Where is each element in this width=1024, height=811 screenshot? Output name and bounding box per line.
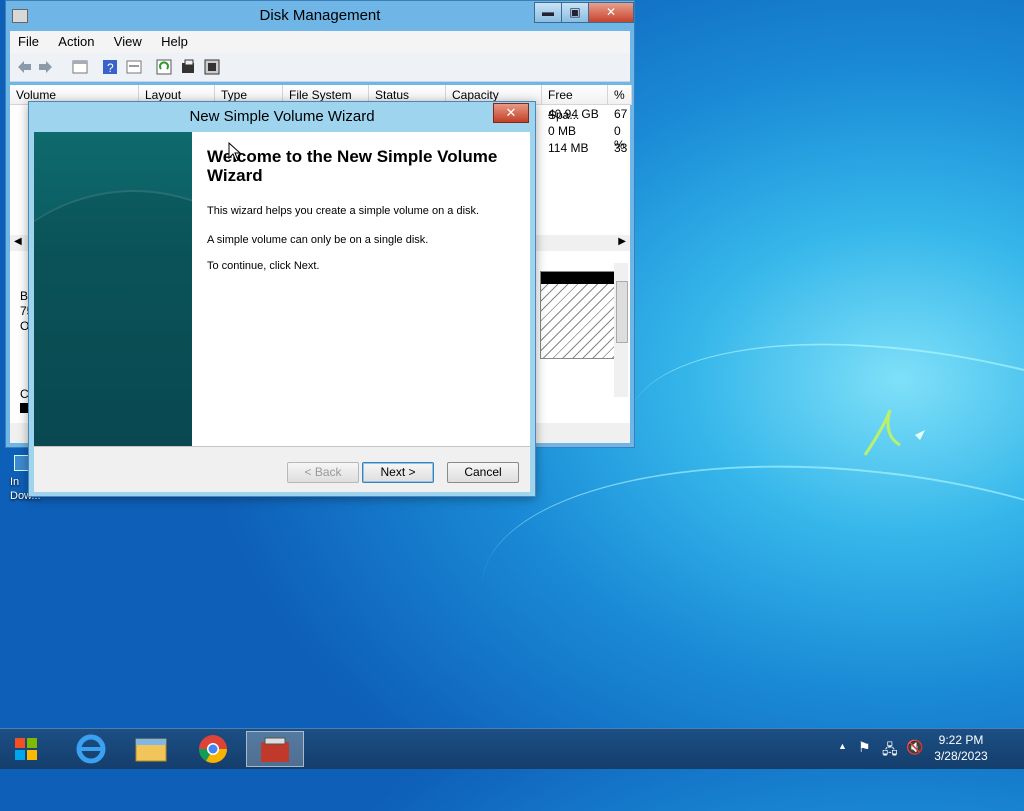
dialog-body: Welcome to the New Simple Volume Wizard …: [34, 132, 530, 492]
wizard-content: Welcome to the New Simple Volume Wizard …: [192, 132, 530, 446]
start-button[interactable]: [0, 731, 54, 767]
start-icon: [15, 738, 37, 760]
free-space-cell: 0 MB: [548, 124, 577, 138]
taskbar: ▲ ⚑ 🖧 🔇 9:22 PM 3/28/2023: [0, 728, 1024, 769]
disk-management-icon: [12, 9, 28, 23]
menu-action[interactable]: Action: [50, 31, 102, 53]
internet-explorer-icon: [76, 734, 106, 764]
menu-bar: File Action View Help: [10, 31, 630, 53]
taskbar-computer-management[interactable]: [246, 731, 304, 767]
menu-view[interactable]: View: [106, 31, 150, 53]
wizard-heading: Welcome to the New Simple Volume Wizard: [207, 147, 498, 185]
show-hidden-icons-icon[interactable]: ▲: [838, 741, 847, 751]
dialog-divider: [34, 446, 530, 447]
dialog-close-button[interactable]: ✕: [493, 103, 529, 123]
mouse-cursor-icon: [228, 142, 242, 162]
computer-management-icon: [261, 737, 289, 762]
back-button[interactable]: < Back: [287, 462, 359, 483]
next-button[interactable]: Next >: [362, 462, 434, 483]
toolbar: ?: [10, 53, 630, 82]
clock[interactable]: 9:22 PM 3/28/2023: [926, 733, 996, 763]
menu-file[interactable]: File: [10, 31, 47, 53]
console-tree-icon[interactable]: [72, 59, 88, 75]
dialog-title: New Simple Volume Wizard: [189, 108, 375, 125]
forward-arrow-icon[interactable]: [38, 59, 54, 75]
volume-muted-icon[interactable]: 🔇: [906, 739, 923, 756]
menu-help[interactable]: Help: [153, 31, 196, 53]
free-space-cell: 114 MB: [548, 141, 589, 155]
unallocated-partition[interactable]: [540, 271, 616, 359]
wizard-description: This wizard helps you create a simple vo…: [207, 205, 480, 217]
taskbar-file-explorer[interactable]: [122, 731, 180, 767]
dialog-titlebar[interactable]: New Simple Volume Wizard: [29, 102, 535, 132]
file-explorer-icon: [135, 738, 167, 762]
wizard-instruction: To continue, click Next.: [207, 260, 320, 272]
network-icon[interactable]: 🖧: [882, 739, 898, 763]
vertical-scrollbar[interactable]: [614, 263, 628, 397]
scroll-right-icon[interactable]: ▶: [618, 236, 626, 247]
svg-text:?: ?: [107, 61, 114, 75]
close-button[interactable]: ✕: [588, 2, 634, 23]
help-icon[interactable]: ?: [102, 59, 118, 75]
taskbar-chrome[interactable]: [184, 731, 242, 767]
clock-date: 3/28/2023: [934, 749, 988, 763]
settings-icon[interactable]: [204, 59, 220, 75]
chrome-icon: [199, 735, 227, 763]
new-simple-volume-wizard: New Simple Volume Wizard ✕ Welcome to th…: [28, 101, 536, 497]
scroll-left-icon[interactable]: ◀: [14, 236, 22, 247]
action-center-flag-icon[interactable]: ⚑: [858, 739, 871, 756]
rescan-icon[interactable]: [180, 59, 196, 75]
taskbar-internet-explorer[interactable]: [62, 731, 120, 767]
clock-time: 9:22 PM: [938, 733, 984, 747]
column-header-free-space[interactable]: Free Spa...: [542, 85, 608, 122]
window-title: Disk Management: [259, 7, 381, 24]
refresh-icon[interactable]: [156, 59, 172, 75]
wizard-banner-image: [34, 132, 192, 446]
maximize-button[interactable]: ▣: [561, 2, 589, 23]
cancel-button[interactable]: Cancel: [447, 462, 519, 483]
free-space-cell: 40.94 GB: [548, 107, 599, 121]
column-header-percent-free[interactable]: % F: [608, 85, 632, 105]
properties-icon[interactable]: [126, 59, 142, 75]
back-arrow-icon[interactable]: [16, 59, 32, 75]
scroll-thumb[interactable]: [616, 281, 628, 343]
wallpaper-leaf-icon: [855, 405, 925, 465]
system-tray: ▲ ⚑ 🖧 🔇 9:22 PM 3/28/2023: [834, 729, 1024, 769]
wizard-note: A simple volume can only be on a single …: [207, 234, 429, 246]
percent-free-cell: 67: [614, 107, 628, 121]
percent-free-cell: 33: [614, 141, 628, 155]
minimize-button[interactable]: ▬: [534, 2, 562, 23]
